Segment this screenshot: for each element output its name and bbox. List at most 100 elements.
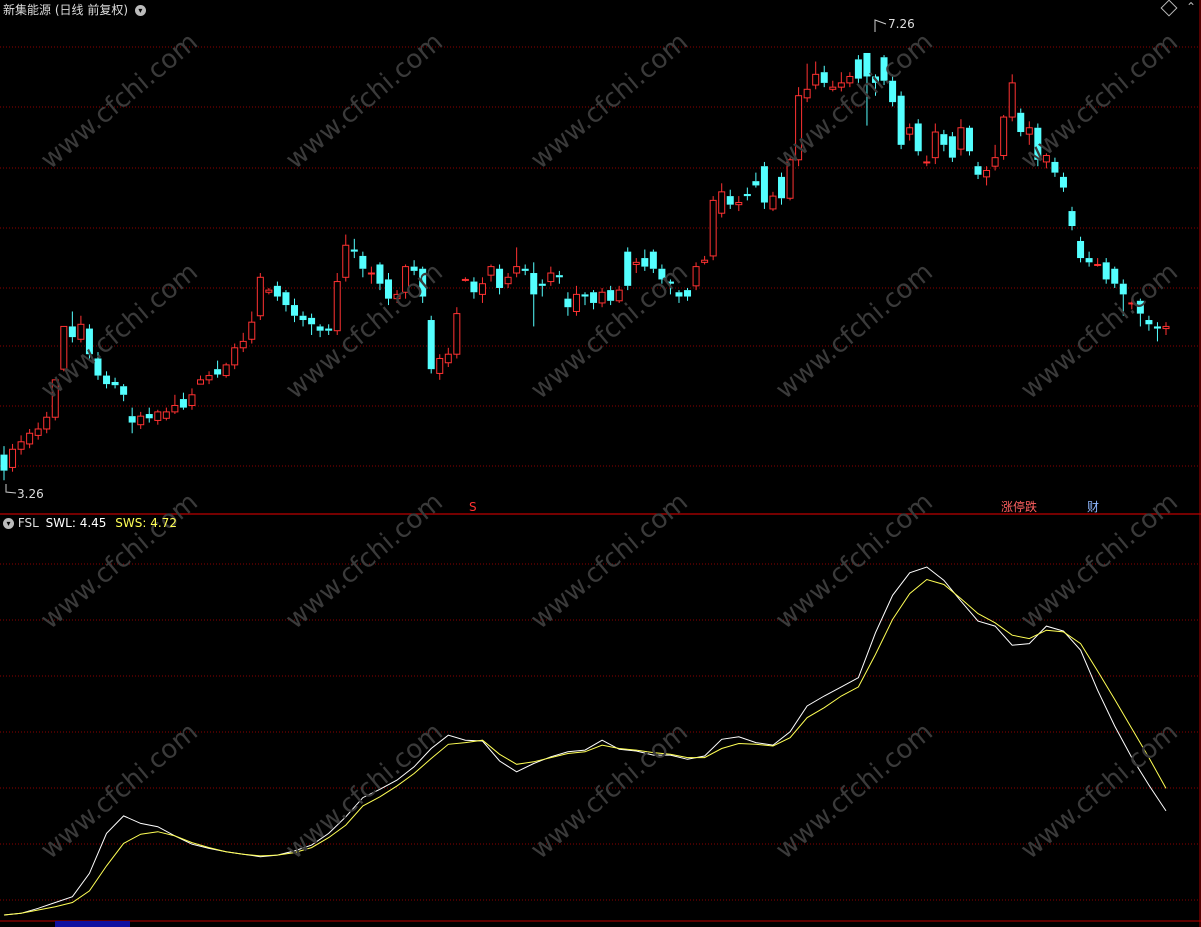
candle-body <box>9 448 17 468</box>
candle <box>444 347 452 368</box>
candle <box>940 129 948 152</box>
watermark-text: www.cfchi.com <box>770 487 939 635</box>
signal-s-marker[interactable]: S <box>469 500 477 514</box>
candle-body <box>231 347 239 366</box>
candle <box>538 279 546 297</box>
candle-body <box>299 315 307 321</box>
candle <box>957 119 965 156</box>
candle <box>188 388 196 410</box>
candle-body <box>77 323 85 340</box>
watermark-text: www.cfchi.com <box>280 487 449 635</box>
candle <box>607 285 615 306</box>
watermark-text: www.cfchi.com <box>525 27 694 175</box>
candle-body <box>931 131 939 159</box>
watermark-text: www.cfchi.com <box>1015 27 1184 175</box>
candle-body <box>803 88 811 99</box>
watermark-text: www.cfchi.com <box>35 717 204 865</box>
stock-chart[interactable]: 7.26 3.26 S 涨停跌 财 www.cfchi.comwww.cfchi… <box>0 0 1201 927</box>
candle <box>291 298 298 323</box>
candle-body <box>965 127 973 152</box>
candle <box>641 249 649 271</box>
watermark-text: www.cfchi.com <box>280 257 449 405</box>
candle-body <box>43 416 51 430</box>
candle-body <box>1162 325 1170 330</box>
candle <box>555 270 563 284</box>
candle-body <box>1153 326 1161 329</box>
watermark-text: www.cfchi.com <box>280 27 449 175</box>
period-info: (日线 前复权) <box>54 3 129 17</box>
candle-body <box>316 326 324 331</box>
candle <box>453 307 461 359</box>
candle-body <box>1025 127 1033 135</box>
candle-body <box>735 202 743 206</box>
candle-body <box>743 193 751 197</box>
candle-body <box>487 266 495 276</box>
candle <box>897 91 905 150</box>
chevron-up-icon[interactable]: ⌃ <box>1186 0 1196 14</box>
candle-body <box>820 72 828 83</box>
candle <box>837 72 845 92</box>
candle-body <box>325 328 333 331</box>
candle-body <box>171 404 179 413</box>
signal-news-marker[interactable]: 涨停跌 <box>1001 499 1037 514</box>
candle-body <box>555 275 563 278</box>
candle <box>1051 157 1059 177</box>
candle-body <box>111 381 119 386</box>
candle <box>478 277 486 303</box>
candle-body <box>940 134 948 145</box>
swl-value: 4.45 <box>79 516 107 530</box>
chevron-down-icon[interactable]: ▾ <box>134 5 146 16</box>
candle-body <box>1000 116 1008 157</box>
candle <box>1145 315 1153 331</box>
chevron-down-icon[interactable]: ▾ <box>3 518 14 529</box>
candle-body <box>590 292 598 303</box>
candle <box>350 238 358 259</box>
candle <box>991 144 999 171</box>
candle-body <box>282 292 290 306</box>
candle-body <box>222 364 230 377</box>
candle <box>162 407 170 421</box>
candle <box>1094 258 1102 267</box>
candle-body <box>914 123 922 152</box>
signal-finance-marker[interactable]: 财 <box>1087 500 1099 514</box>
candle <box>530 262 538 327</box>
candle-body <box>205 375 213 381</box>
candle <box>34 422 42 440</box>
candle-body <box>0 454 8 471</box>
candle-body <box>812 73 820 86</box>
candle <box>487 264 495 282</box>
candle <box>179 392 187 410</box>
candle <box>111 377 119 389</box>
candle <box>470 277 478 299</box>
candle <box>803 63 811 103</box>
candle-body <box>248 321 256 340</box>
candle <box>43 411 51 434</box>
candle-body <box>367 272 375 275</box>
candle <box>128 407 136 434</box>
candle <box>120 384 128 402</box>
candle <box>154 409 162 425</box>
candle <box>0 446 8 481</box>
candle <box>496 264 504 295</box>
candle-body <box>1111 268 1119 284</box>
candle-body <box>837 82 845 88</box>
high-marker: 7.26 <box>874 17 915 32</box>
candle-body <box>615 289 623 302</box>
watermark-text: www.cfchi.com <box>1015 257 1184 405</box>
candle <box>718 183 726 218</box>
candle <box>171 394 179 415</box>
watermark-text: www.cfchi.com <box>1015 487 1184 635</box>
candle-body <box>547 272 555 283</box>
candle <box>513 247 521 278</box>
candle <box>812 61 820 90</box>
candle <box>948 132 956 162</box>
candle-body <box>478 283 486 295</box>
candle <box>205 371 213 385</box>
date-cursor-box <box>55 921 130 927</box>
candle <box>632 258 640 274</box>
candle-body <box>1051 161 1059 173</box>
candle-body <box>342 244 350 278</box>
candle <box>701 255 709 265</box>
candle-body <box>461 278 469 281</box>
candle-body <box>197 379 205 385</box>
